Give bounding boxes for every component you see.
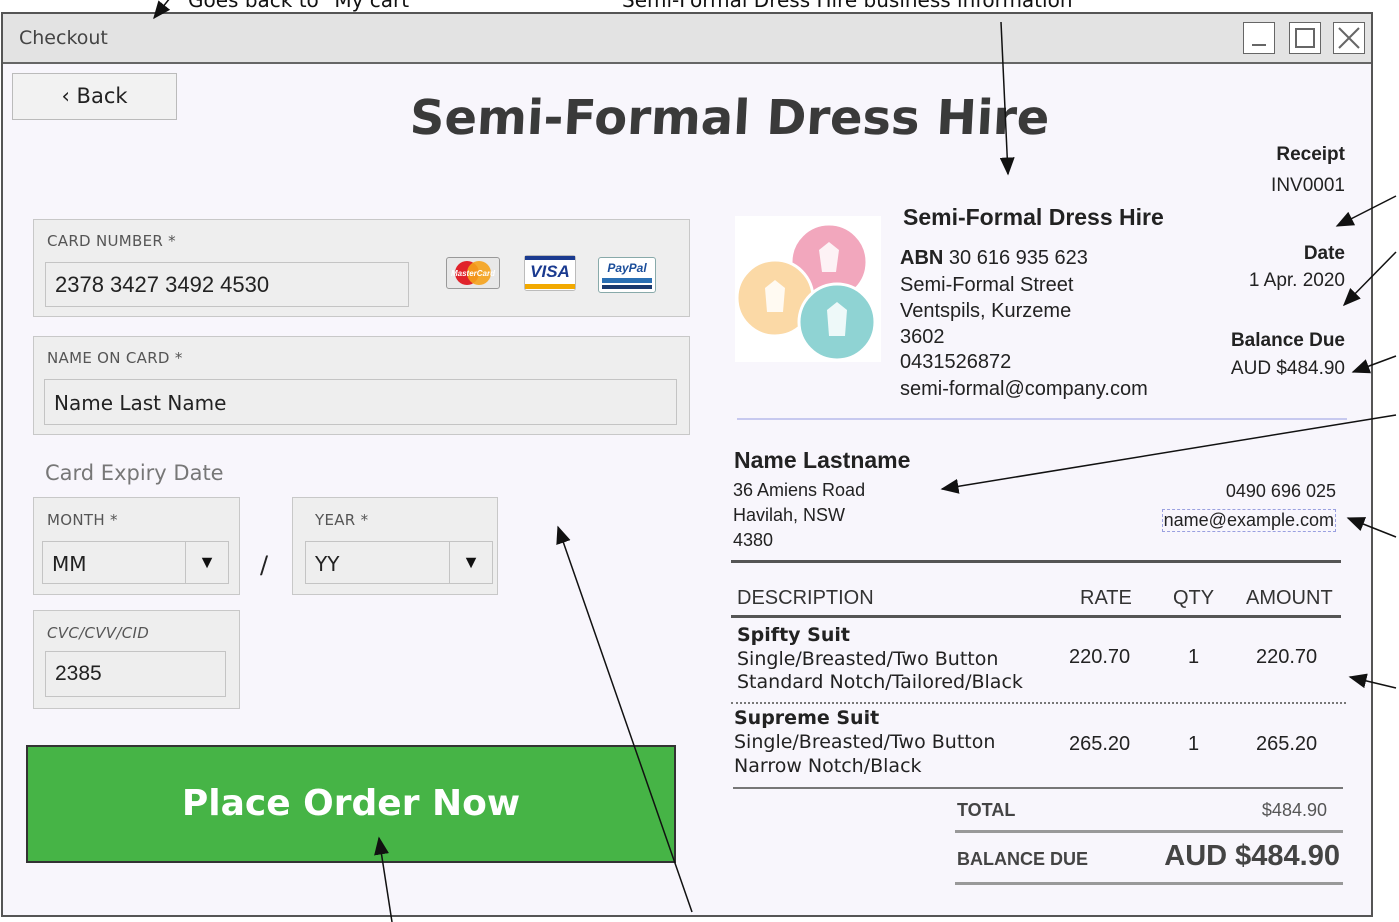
back-button-label: ‹ Back <box>61 84 128 108</box>
card-number-value: 2378 3427 3492 4530 <box>55 272 270 297</box>
row-amount: 265.20 <box>1256 733 1318 755</box>
place-order-button[interactable]: Place Order Now <box>26 745 676 863</box>
name-on-card-value: Name Last Name <box>54 391 227 415</box>
business-logo <box>735 216 881 362</box>
balance-due-total-value: AUD $484.90 <box>1164 840 1340 872</box>
name-on-card-input[interactable]: Name Last Name <box>44 379 677 425</box>
month-label: MONTH * <box>47 511 118 529</box>
minimize-icon[interactable] <box>1243 22 1275 54</box>
cvc-panel: CVC/CVV/CID 2385 <box>33 610 240 709</box>
business-phone: 0431526872 <box>900 351 1012 373</box>
close-icon[interactable] <box>1333 22 1365 54</box>
row-qty: 1 <box>1188 646 1200 668</box>
business-abn: ABN 30 616 935 623 <box>900 247 1088 270</box>
window-title: Checkout <box>19 27 108 49</box>
back-button[interactable]: ‹ Back <box>12 73 177 120</box>
date-value: 1 Apr. 2020 <box>1248 270 1345 291</box>
receipt-divider <box>737 418 1347 420</box>
row-amount: 220.70 <box>1256 646 1318 668</box>
year-label: YEAR * <box>315 511 369 529</box>
place-order-label: Place Order Now <box>181 783 521 824</box>
receipt-label: Receipt <box>1276 144 1345 165</box>
row-desc-line2: Standard Notch/Tailored/Black <box>737 671 1023 693</box>
customer-postcode: 4380 <box>733 530 774 550</box>
total-value: $484.90 <box>1261 800 1327 820</box>
card-number-label: CARD NUMBER * <box>47 232 176 250</box>
month-panel: MONTH * MM ▼ <box>33 497 240 595</box>
svg-text:MasterCard: MasterCard <box>451 269 496 278</box>
balance-due-total-label: BALANCE DUE <box>957 849 1089 869</box>
card-number-input[interactable]: 2378 3427 3492 4530 <box>45 262 409 307</box>
row-title: Supreme Suit <box>734 707 880 729</box>
table-header-divider <box>731 615 1341 618</box>
total-divider <box>955 830 1343 833</box>
title-bar: Checkout <box>3 14 1371 64</box>
customer-phone: 0490 696 025 <box>1225 481 1336 501</box>
month-select[interactable]: MM ▼ <box>42 541 229 584</box>
business-city: Ventspils, Kurzeme <box>900 300 1072 322</box>
expiry-separator: / <box>260 551 269 579</box>
customer-name: Name Lastname <box>734 447 911 473</box>
col-header-rate: RATE <box>1080 587 1132 609</box>
row-qty: 1 <box>1188 733 1200 755</box>
customer-email[interactable]: name@example.com <box>1161 509 1336 532</box>
business-name: Semi-Formal Dress Hire <box>903 204 1164 230</box>
chevron-down-icon[interactable]: ▼ <box>449 542 492 583</box>
business-postcode: 3602 <box>900 326 945 348</box>
customer-suburb: Havilah, NSW <box>733 505 846 525</box>
date-label: Date <box>1303 243 1345 264</box>
business-email: semi-formal@company.com <box>900 378 1148 400</box>
card-expiry-heading: Card Expiry Date <box>45 461 224 485</box>
balance-divider <box>955 882 1343 885</box>
row-desc-line2: Narrow Notch/Black <box>734 755 922 777</box>
year-value: YY <box>315 552 340 576</box>
customer-street: 36 Amiens Road <box>733 480 866 500</box>
balance-due-label: Balance Due <box>1230 330 1345 351</box>
total-label: TOTAL <box>957 800 1016 820</box>
cvc-label: CVC/CVV/CID <box>47 624 150 642</box>
col-header-amount: AMOUNT <box>1246 587 1333 609</box>
col-header-qty: QTY <box>1173 587 1215 609</box>
cvc-input[interactable]: 2385 <box>45 651 226 697</box>
customer-divider <box>731 560 1341 563</box>
row-rate: 265.20 <box>1069 733 1131 755</box>
abn-value: 30 616 935 623 <box>948 247 1088 269</box>
card-number-panel: CARD NUMBER * 2378 3427 3492 4530 <box>33 219 690 317</box>
business-annotation: Semi-Formal Dress Hire business informat… <box>622 0 1073 12</box>
month-value: MM <box>52 552 87 576</box>
back-annotation: Goes back to "My cart" <box>188 0 419 12</box>
receipt-number: INV0001 <box>1271 175 1345 196</box>
row-divider <box>731 702 1346 704</box>
business-street: Semi-Formal Street <box>900 274 1074 296</box>
row-desc-line1: Single/Breasted/Two Button <box>737 648 999 670</box>
maximize-icon[interactable] <box>1289 22 1321 54</box>
mastercard-icon: MasterCard <box>446 257 500 289</box>
store-title: Semi-Formal Dress Hire <box>408 90 1051 146</box>
year-panel: YEAR * YY ▼ <box>292 497 498 595</box>
row-title: Spifty Suit <box>737 624 850 646</box>
abn-label: ABN <box>900 247 944 269</box>
col-header-description: DESCRIPTION <box>737 587 874 609</box>
name-on-card-panel: NAME ON CARD * Name Last Name <box>33 336 690 435</box>
table-bottom-divider <box>733 787 1343 789</box>
cvc-value: 2385 <box>55 662 102 685</box>
balance-due-value: AUD $484.90 <box>1230 358 1345 379</box>
paypal-icon: PayPal <box>598 257 656 293</box>
year-select[interactable]: YY ▼ <box>305 541 493 584</box>
row-rate: 220.70 <box>1069 646 1131 668</box>
row-desc-line1: Single/Breasted/Two Button <box>734 731 996 753</box>
visa-icon: VISA <box>524 255 576 291</box>
name-on-card-label: NAME ON CARD * <box>47 349 183 367</box>
chevron-down-icon[interactable]: ▼ <box>185 542 228 583</box>
